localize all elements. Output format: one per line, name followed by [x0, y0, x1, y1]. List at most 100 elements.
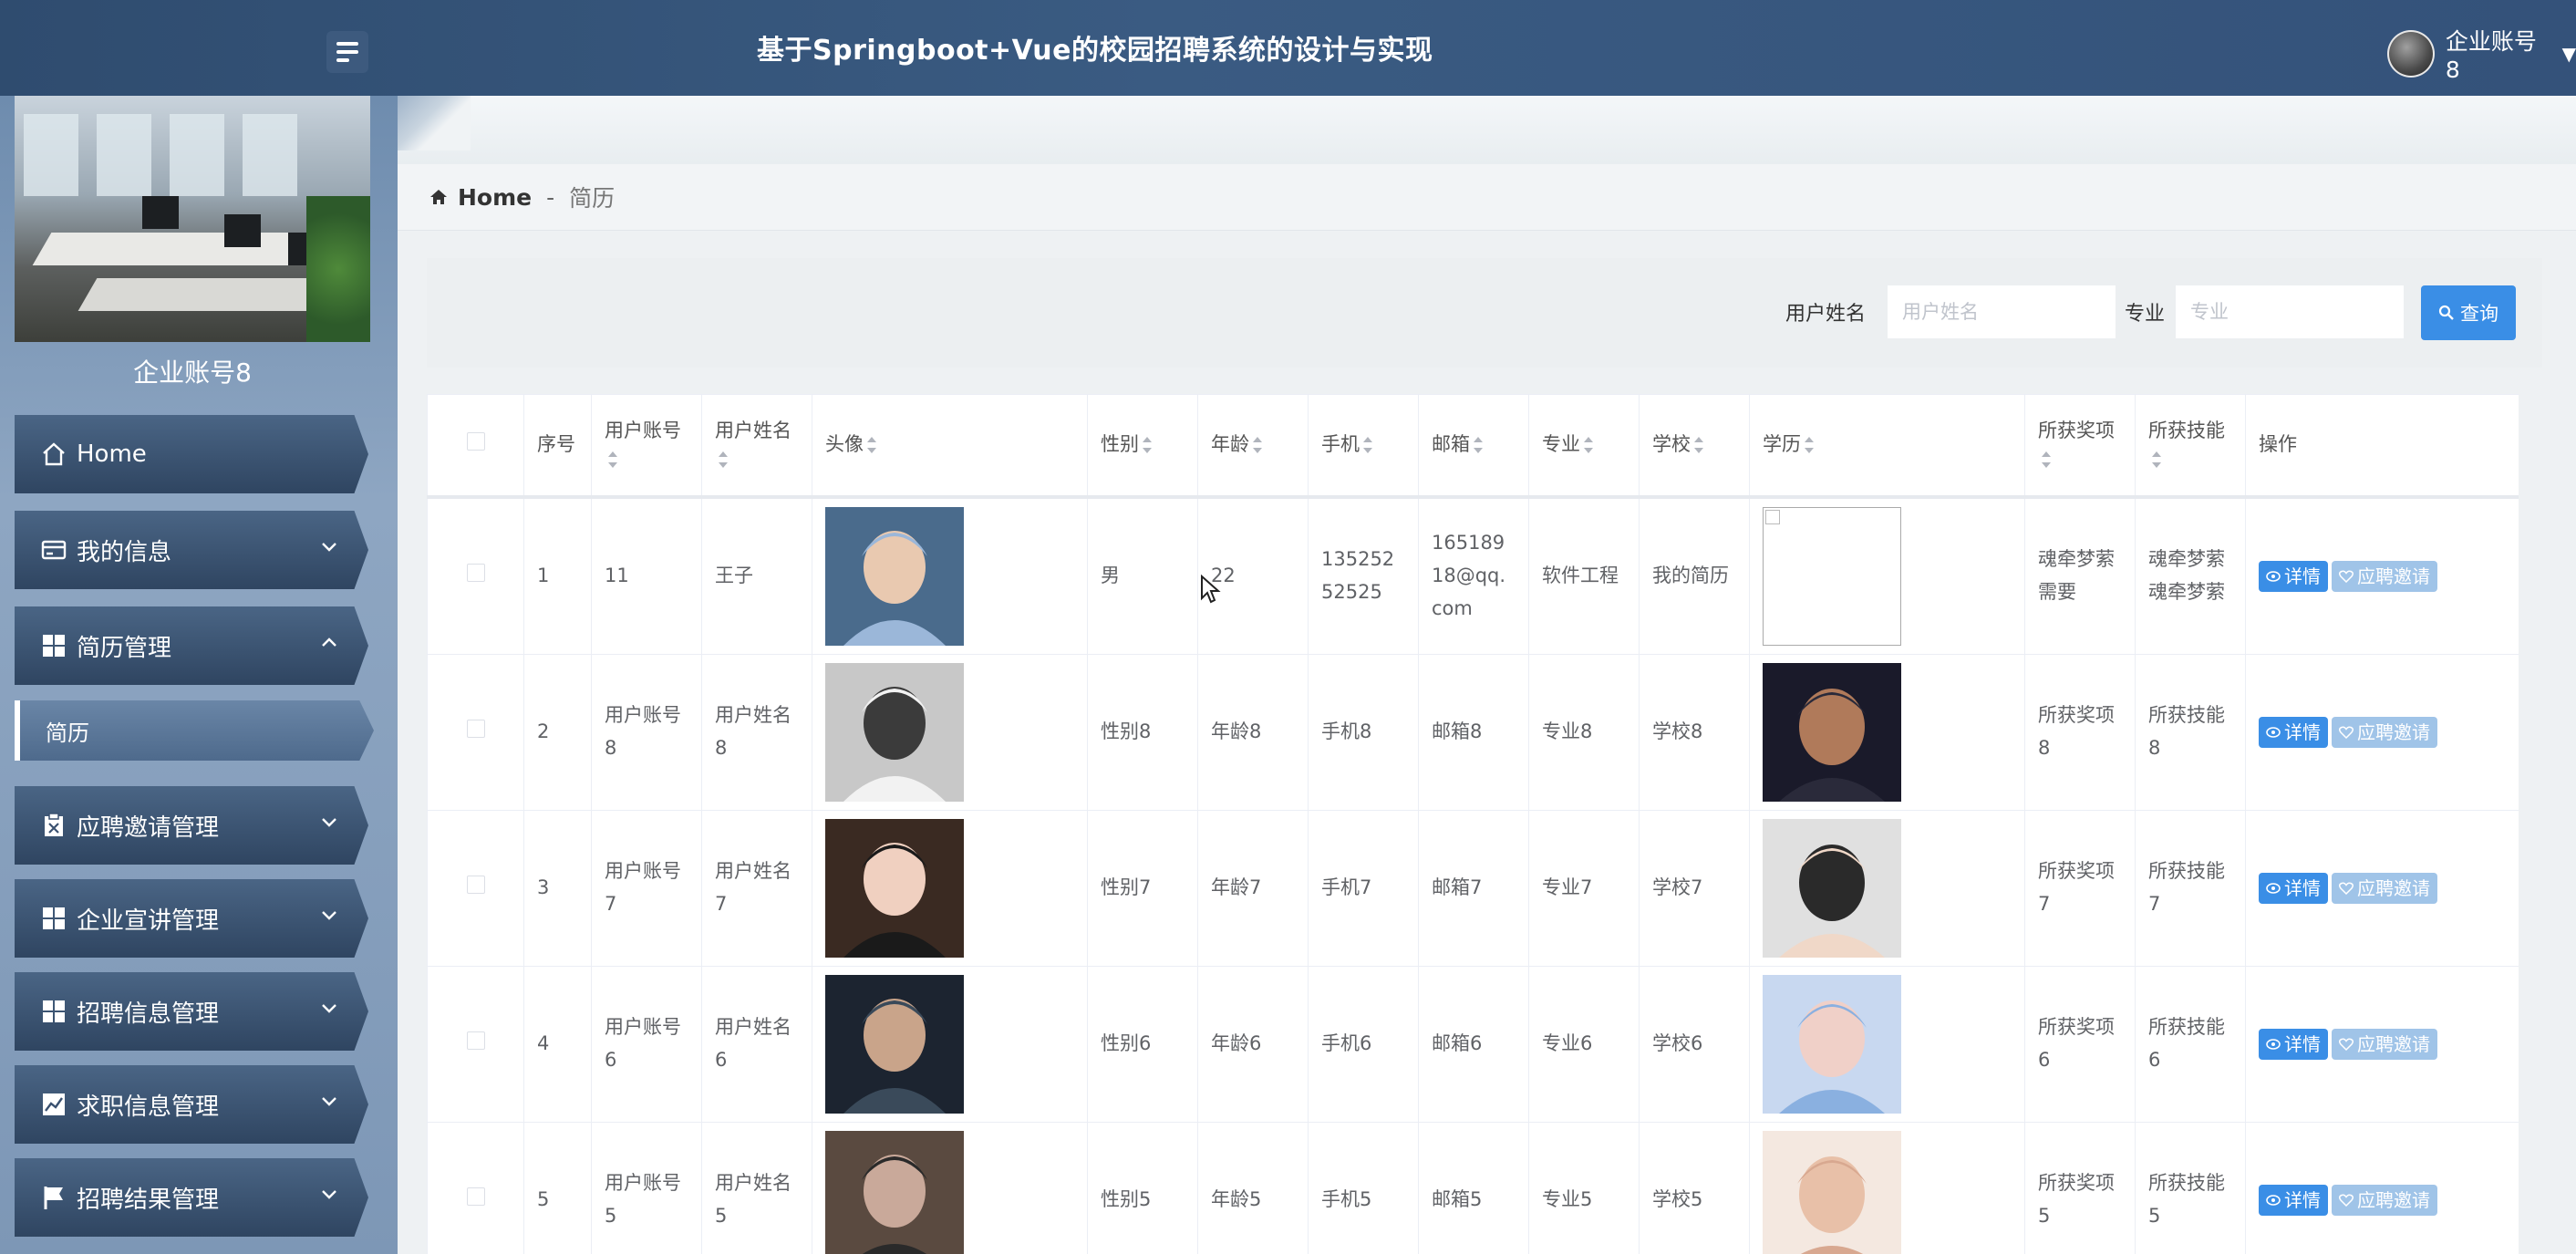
query-button[interactable]: 查询: [2421, 285, 2516, 340]
avatar-image[interactable]: [825, 1131, 964, 1254]
row-checkbox[interactable]: [427, 496, 524, 655]
row-checkbox[interactable]: [427, 810, 524, 967]
cell-index: 2: [523, 654, 592, 811]
sort-icon: [867, 436, 876, 454]
detail-button[interactable]: 详情: [2259, 1029, 2328, 1061]
chevron-down-icon[interactable]: [319, 1184, 339, 1204]
chevron-down-icon[interactable]: [319, 812, 339, 832]
mouse-cursor-icon: [1201, 575, 1221, 604]
sidebar-item-presentation-management[interactable]: 企业宣讲管理: [15, 879, 368, 958]
col-header-school[interactable]: 学校: [1639, 394, 1750, 499]
sidebar-item-result-management[interactable]: 招聘结果管理: [15, 1158, 368, 1237]
sort-icon: [719, 451, 728, 469]
chevron-down-icon[interactable]: [319, 905, 339, 925]
col-header-name[interactable]: 用户姓名: [701, 394, 812, 499]
broken-image-icon[interactable]: [1763, 507, 1901, 646]
avatar-image[interactable]: [825, 819, 964, 958]
caret-down-icon[interactable]: ▼: [2562, 43, 2576, 65]
invite-button[interactable]: 应聘邀请: [2332, 717, 2437, 749]
avatar-image[interactable]: [825, 975, 964, 1114]
row-checkbox[interactable]: [427, 654, 524, 811]
sort-icon: [2152, 451, 2161, 469]
user-name[interactable]: 企业账号8: [2446, 24, 2551, 83]
select-all-checkbox[interactable]: [427, 394, 524, 499]
avatar-image[interactable]: [825, 507, 964, 646]
user-avatar[interactable]: [2387, 29, 2435, 78]
search-name-input[interactable]: [1888, 285, 2116, 338]
breadcrumb-home[interactable]: Home: [458, 184, 532, 211]
row-checkbox[interactable]: [427, 1122, 524, 1254]
menu-toggle-icon[interactable]: [326, 31, 368, 73]
eye-icon: [2266, 1195, 2281, 1206]
cell-account: 11: [591, 496, 702, 655]
cell-skills: 所获技能7: [2135, 810, 2246, 967]
eye-icon: [2266, 1039, 2281, 1050]
cell-actions: 详情 应聘邀请: [2245, 1122, 2519, 1254]
col-header-major[interactable]: 专业: [1528, 394, 1640, 499]
invite-button[interactable]: 应聘邀请: [2332, 1029, 2437, 1061]
grid-icon: [38, 903, 69, 934]
chevron-down-icon[interactable]: [319, 536, 339, 556]
cell-school: 学校8: [1639, 654, 1750, 811]
sidebar-item-label: 企业宣讲管理: [77, 907, 220, 935]
cell-school: 我的简历: [1639, 496, 1750, 655]
chevron-up-icon[interactable]: [319, 632, 339, 652]
breadcrumb: Home - 简历: [429, 181, 615, 213]
sidebar-item-resume-management[interactable]: 简历管理: [15, 606, 368, 685]
detail-button[interactable]: 详情: [2259, 561, 2328, 593]
col-header-skills[interactable]: 所获技能: [2135, 394, 2246, 499]
sidebar-item-invitation-management[interactable]: 应聘邀请管理: [15, 786, 368, 865]
sort-icon: [608, 451, 617, 469]
cell-awards: 所获奖项6: [2024, 966, 2136, 1123]
row-checkbox[interactable]: [427, 966, 524, 1123]
education-image[interactable]: [1763, 1131, 1901, 1254]
col-header-awards[interactable]: 所获奖项: [2024, 394, 2136, 499]
grid-icon: [38, 630, 69, 661]
avatar-image[interactable]: [825, 663, 964, 802]
user-menu[interactable]: 企业账号8 ▼: [2387, 24, 2576, 83]
col-header-education[interactable]: 学历: [1749, 394, 2025, 499]
cell-actions: 详情 应聘邀请: [2245, 966, 2519, 1123]
chevron-down-icon[interactable]: [319, 998, 339, 1018]
col-header-email[interactable]: 邮箱: [1418, 394, 1529, 499]
detail-button[interactable]: 详情: [2259, 717, 2328, 749]
cell-skills: 所获技能6: [2135, 966, 2246, 1123]
cell-major: 专业6: [1528, 966, 1640, 1123]
cell-index: 3: [523, 810, 592, 967]
col-header-gender[interactable]: 性别: [1087, 394, 1198, 499]
sidebar-subitem-resume[interactable]: 简历: [15, 700, 374, 761]
sidebar-item-my-info[interactable]: 我的信息: [15, 511, 368, 589]
cell-education: [1749, 496, 2025, 655]
col-header-age[interactable]: 年龄: [1197, 394, 1309, 499]
app-title: 基于Springboot+Vue的校园招聘系统的设计与实现: [757, 35, 1433, 67]
invite-button[interactable]: 应聘邀请: [2332, 1185, 2437, 1217]
cell-actions: 详情 应聘邀请: [2245, 654, 2519, 811]
table-row: 4 用户账号6 用户姓名6 性别6 年龄6 手机6 邮箱6 专业6 学校6 所获…: [427, 966, 2519, 1123]
clipboard-icon: [38, 810, 69, 841]
invite-button[interactable]: 应聘邀请: [2332, 561, 2437, 593]
sidebar-item-jobseek-management[interactable]: 求职信息管理: [15, 1065, 368, 1144]
detail-button[interactable]: 详情: [2259, 873, 2328, 905]
cell-name: 用户姓名8: [701, 654, 812, 811]
breadcrumb-current: 简历: [569, 185, 616, 212]
breadcrumb-bar: Home - 简历: [398, 164, 2576, 231]
sidebar-item-recruitment-management[interactable]: 招聘信息管理: [15, 972, 368, 1051]
table-header-row: 序号 用户账号 用户姓名 头像 性别 年龄 手机 邮箱 专业 学校 学历 所获奖…: [427, 394, 2519, 499]
search-major-input[interactable]: [2176, 285, 2404, 338]
invite-button[interactable]: 应聘邀请: [2332, 873, 2437, 905]
eye-icon: [2266, 727, 2281, 738]
home-icon: [430, 190, 447, 204]
education-image[interactable]: [1763, 975, 1901, 1114]
sidebar-item-home[interactable]: Home: [15, 415, 368, 493]
col-header-phone[interactable]: 手机: [1308, 394, 1419, 499]
education-image[interactable]: [1763, 819, 1901, 958]
col-header-avatar[interactable]: 头像: [812, 394, 1088, 499]
cell-email: 邮箱8: [1418, 654, 1529, 811]
col-header-account[interactable]: 用户账号: [591, 394, 702, 499]
cell-school: 学校5: [1639, 1122, 1750, 1254]
table-row: 1 11 王子 男 22 13525252525 16518918@qq.com…: [427, 496, 2519, 655]
education-image[interactable]: [1763, 663, 1901, 802]
sort-icon: [1143, 436, 1152, 454]
detail-button[interactable]: 详情: [2259, 1185, 2328, 1217]
chevron-down-icon[interactable]: [319, 1091, 339, 1111]
